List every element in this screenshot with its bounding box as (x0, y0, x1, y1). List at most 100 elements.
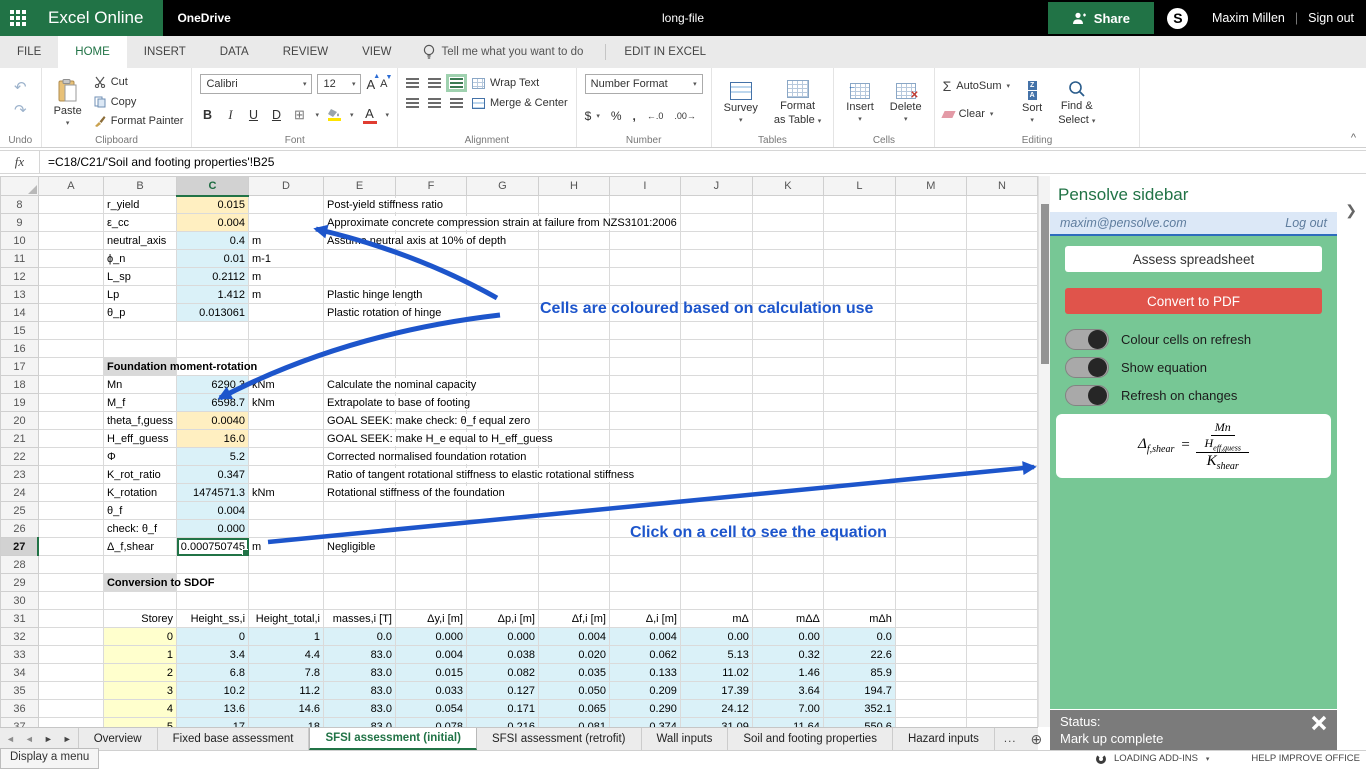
cell-H8[interactable] (538, 196, 609, 214)
cell-G16[interactable] (466, 340, 538, 358)
cell-N23[interactable] (966, 466, 1037, 484)
cell-I30[interactable] (609, 592, 680, 610)
row-header-19[interactable]: 19 (1, 394, 39, 412)
cell-L22[interactable] (823, 448, 895, 466)
sheet-tab-sfsi-assessment-initial[interactable]: SFSI assessment (initial) (309, 728, 477, 750)
column-header-F[interactable]: F (395, 177, 466, 196)
cell-B34[interactable]: 2 (103, 664, 176, 682)
share-button[interactable]: Share (1048, 2, 1154, 34)
column-header-C[interactable]: C (177, 177, 249, 196)
cell-G30[interactable] (466, 592, 538, 610)
cell-B9[interactable]: ε_cc (103, 214, 176, 232)
cell-E12[interactable] (324, 268, 396, 286)
cell-A28[interactable] (38, 556, 103, 574)
row-header-17[interactable]: 17 (1, 358, 39, 376)
cell-H15[interactable] (538, 322, 609, 340)
cell-N36[interactable] (966, 700, 1037, 718)
cell-N24[interactable] (966, 484, 1037, 502)
cell-K15[interactable] (752, 322, 823, 340)
cell-J24[interactable] (680, 484, 752, 502)
cell-E10[interactable]: Assume neutral axis at 10% of depth (324, 232, 396, 250)
cell-M30[interactable] (895, 592, 966, 610)
cell-J37[interactable]: 31.09 (680, 718, 752, 728)
cell-C27[interactable]: 0.000750745 (177, 538, 249, 556)
cell-A15[interactable] (38, 322, 103, 340)
cut-button[interactable]: Cut (94, 76, 184, 88)
toggle-colour-cells-on-refresh[interactable] (1065, 329, 1109, 350)
cell-N27[interactable] (966, 538, 1037, 556)
fill-color-caret-icon[interactable]: ▾ (350, 111, 354, 119)
cell-E11[interactable] (324, 250, 396, 268)
cell-J12[interactable] (680, 268, 752, 286)
cell-G11[interactable] (466, 250, 538, 268)
cell-K29[interactable] (752, 574, 823, 592)
cell-N17[interactable] (966, 358, 1037, 376)
cell-B30[interactable] (103, 592, 176, 610)
cell-L26[interactable] (823, 520, 895, 538)
cell-E8[interactable]: Post-yield stiffness ratio (324, 196, 396, 214)
cell-B29[interactable]: Conversion to SDOF (103, 574, 176, 592)
cell-F26[interactable] (395, 520, 466, 538)
cell-L37[interactable]: 550.6 (823, 718, 895, 728)
borders-caret-icon[interactable]: ▾ (315, 111, 319, 119)
cell-I22[interactable] (609, 448, 680, 466)
cell-E23[interactable]: Ratio of tangent rotational stiffness to… (324, 466, 396, 484)
cell-E33[interactable]: 83.0 (324, 646, 396, 664)
cell-C18[interactable]: 6290.3 (177, 376, 249, 394)
row-header-23[interactable]: 23 (1, 466, 39, 484)
cell-H24[interactable] (538, 484, 609, 502)
cell-N11[interactable] (966, 250, 1037, 268)
cell-J17[interactable] (680, 358, 752, 376)
cell-D11[interactable]: m-1 (249, 250, 324, 268)
cell-M16[interactable] (895, 340, 966, 358)
cell-L18[interactable] (823, 376, 895, 394)
cell-A13[interactable] (38, 286, 103, 304)
cell-B36[interactable]: 4 (103, 700, 176, 718)
cell-L11[interactable] (823, 250, 895, 268)
cell-C28[interactable] (177, 556, 249, 574)
display-menu-tooltip[interactable]: Display a menu (0, 748, 99, 769)
cell-I37[interactable]: 0.374 (609, 718, 680, 728)
column-header-J[interactable]: J (680, 177, 752, 196)
cell-F30[interactable] (395, 592, 466, 610)
increase-decimal-button[interactable]: ←.0 (647, 111, 664, 121)
cell-K16[interactable] (752, 340, 823, 358)
cell-L12[interactable] (823, 268, 895, 286)
column-header-H[interactable]: H (538, 177, 609, 196)
cell-G36[interactable]: 0.171 (466, 700, 538, 718)
cell-N34[interactable] (966, 664, 1037, 682)
paste-button[interactable]: Paste ▾ (50, 74, 86, 131)
cell-J32[interactable]: 0.00 (680, 628, 752, 646)
cell-M31[interactable] (895, 610, 966, 628)
cell-G27[interactable] (466, 538, 538, 556)
cell-J27[interactable] (680, 538, 752, 556)
cell-D29[interactable] (249, 574, 324, 592)
cell-L32[interactable]: 0.0 (823, 628, 895, 646)
cell-K12[interactable] (752, 268, 823, 286)
cell-A17[interactable] (38, 358, 103, 376)
cell-D22[interactable] (249, 448, 324, 466)
cell-L24[interactable] (823, 484, 895, 502)
cell-D37[interactable]: 18 (249, 718, 324, 728)
cell-L9[interactable] (823, 214, 895, 232)
cell-M13[interactable] (895, 286, 966, 304)
fx-icon[interactable]: fx (0, 151, 40, 173)
font-color-button[interactable]: A (363, 106, 377, 124)
cell-M24[interactable] (895, 484, 966, 502)
cell-B10[interactable]: neutral_axis (103, 232, 176, 250)
cell-M29[interactable] (895, 574, 966, 592)
cell-D21[interactable] (249, 430, 324, 448)
column-header-L[interactable]: L (823, 177, 895, 196)
row-header-24[interactable]: 24 (1, 484, 39, 502)
column-header-I[interactable]: I (609, 177, 680, 196)
align-middle-icon[interactable] (428, 78, 441, 88)
cell-M21[interactable] (895, 430, 966, 448)
cell-A27[interactable] (38, 538, 103, 556)
column-header-G[interactable]: G (466, 177, 538, 196)
cell-K30[interactable] (752, 592, 823, 610)
cell-I28[interactable] (609, 556, 680, 574)
cell-G17[interactable] (466, 358, 538, 376)
cell-E21[interactable]: GOAL SEEK: make H_e equal to H_eff_guess (324, 430, 396, 448)
cell-N19[interactable] (966, 394, 1037, 412)
cell-H27[interactable] (538, 538, 609, 556)
